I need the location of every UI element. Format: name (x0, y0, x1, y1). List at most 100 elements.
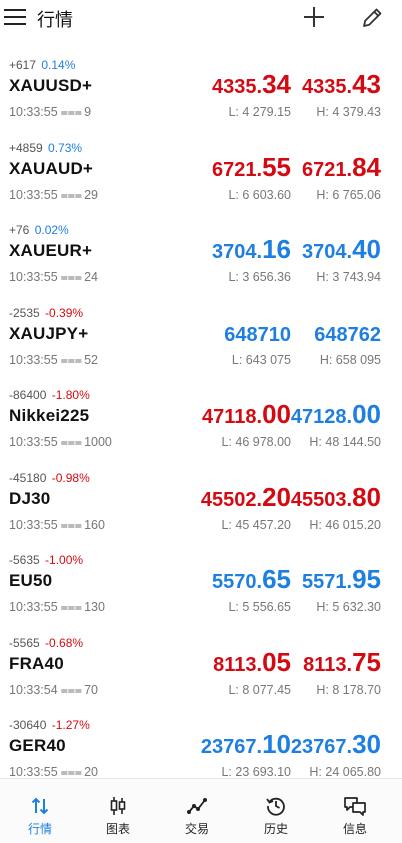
ask-price: 4335.43 (302, 69, 381, 100)
change-percent: 0.73% (48, 140, 83, 155)
app-header: 行情 (0, 0, 402, 36)
ask-main: 23767. (290, 736, 353, 758)
symbol-name: GER40 (9, 736, 66, 755)
spread-value: 52 (84, 352, 98, 367)
high-price: H: 46 015.20 (309, 517, 381, 532)
ask-price: 3704.40 (302, 234, 381, 265)
bid-price: 8113.05 (213, 647, 291, 678)
quote-time: 10:33:54 (9, 682, 58, 697)
bid-main: 4335. (212, 76, 263, 98)
change-info: +76 0.02% (9, 223, 69, 237)
ask-big-digits: 80 (352, 481, 381, 512)
trade-line-icon (187, 798, 207, 814)
low-price: L: 5 556.65 (228, 600, 291, 614)
low-price: L: 45 457.20 (221, 517, 291, 532)
change-percent: -1.27% (51, 718, 90, 732)
pencil-icon[interactable] (360, 6, 384, 30)
quote-meta: 10:33:55 ⩶ 1000 (9, 435, 112, 450)
quote-meta: 10:33:55 ⩶ 9 (9, 105, 91, 120)
quote-time: 10:33:55 (9, 187, 58, 202)
change-points: -5635 (9, 553, 40, 567)
bid-big-digits: 34 (262, 69, 291, 99)
bid-main: 6721. (212, 158, 263, 181)
high-price: H: 3 743.94 (316, 270, 381, 284)
high-price: H: 8 178.70 (316, 682, 381, 697)
low-price: L: 643 075 (231, 352, 291, 367)
quote-row[interactable]: -2535 -0.39% XAUJPY+ 10:33:55 ⩶ 52 648710 … (0, 301, 402, 384)
high-price: H: 6 765.06 (316, 187, 381, 202)
change-points: +4859 (9, 140, 43, 155)
high-price: H: 48 144.50 (309, 435, 381, 449)
tab-chart[interactable]: 图表 (78, 779, 158, 843)
quote-time: 10:33:55 (9, 517, 58, 532)
change-percent: 0.14% (41, 58, 76, 72)
quote-meta: 10:33:55 ⩶ 29 (9, 188, 98, 203)
change-percent: -1.80% (51, 388, 90, 402)
spread-value: 20 (84, 765, 98, 779)
tab-label: 信息 (342, 822, 367, 836)
ask-main: 6721. (302, 158, 353, 181)
tab-history[interactable]: 历史 (236, 779, 316, 843)
high-price: H: 24 065.80 (309, 765, 381, 779)
ask-big-digits: 00 (352, 399, 381, 429)
quote-time: 10:33:55 (9, 270, 58, 284)
symbol-name: DJ30 (9, 488, 51, 508)
quote-row[interactable]: -45180 -0.98% DJ30 10:33:55 ⩶ 160 45502.20… (0, 466, 402, 549)
change-percent: 0.02% (34, 223, 69, 237)
bid-main: 47118. (202, 406, 263, 428)
change-points: +76 (9, 223, 30, 237)
quote-row[interactable]: +4859 0.73% XAUAUD+ 10:33:55 ⩶ 29 6721.55 … (0, 136, 402, 219)
change-points: +617 (9, 58, 37, 72)
symbol-name: XAUEUR+ (9, 241, 93, 260)
quote-row[interactable]: +617 0.14% XAUUSD+ 10:33:55 ⩶ 9 4335.34 43… (0, 53, 402, 136)
bid-price: 4335.34 (212, 69, 291, 100)
quote-row[interactable]: -86400 -1.80% Nikkei225 10:33:55 ⩶ 1000 47… (0, 383, 402, 466)
ask-main: 4335. (302, 76, 353, 98)
change-percent: -0.39% (45, 305, 84, 320)
bid-price: 3704.16 (212, 234, 291, 265)
quote-row[interactable]: +76 0.02% XAUEUR+ 10:33:55 ⩶ 24 3704.16 37… (0, 218, 402, 301)
bid-main: 3704. (212, 241, 263, 263)
low-price: L: 3 656.36 (228, 270, 291, 284)
low-price: L: 6 603.60 (228, 187, 291, 202)
quote-time: 10:33:55 (9, 435, 58, 449)
tab-messages[interactable]: 信息 (315, 779, 395, 843)
hamburger-menu-icon[interactable] (4, 9, 26, 27)
bid-big-digits: 20 (262, 481, 291, 512)
plus-icon[interactable] (302, 5, 326, 29)
bid-price: 45502.20 (201, 482, 291, 513)
ask-big-digits: 75 (352, 646, 381, 677)
bid-big-digits: 10 (262, 729, 291, 759)
spread-value: 9 (84, 105, 92, 119)
ask-price: 6721.84 (302, 152, 381, 183)
bid-main: 648710 (224, 323, 291, 346)
ask-main: 45503. (290, 488, 353, 511)
symbol-name: FRA40 (9, 653, 64, 673)
quotes-arrows-icon (31, 797, 49, 815)
bid-big-digits: 16 (262, 234, 291, 264)
bid-price: 6721.55 (212, 152, 291, 183)
ask-main: 3704. (302, 241, 353, 263)
low-price: L: 46 978.00 (221, 435, 291, 449)
quote-row[interactable]: -5565 -0.68% FRA40 10:33:54 ⩶ 70 8113.05 8… (0, 631, 402, 714)
bid-big-digits: 00 (262, 399, 291, 429)
bid-big-digits: 65 (262, 564, 291, 594)
quote-row[interactable]: -5635 -1.00% EU50 10:33:55 ⩶ 130 5570.65 5… (0, 548, 402, 631)
spread-icon: ⩶ (60, 765, 83, 779)
page-title: 行情 (37, 10, 73, 30)
spread-icon: ⩶ (60, 105, 83, 119)
bid-big-digits: 55 (262, 151, 291, 182)
quotes-list: +617 0.14% XAUUSD+ 10:33:55 ⩶ 9 4335.34 43… (0, 53, 402, 796)
tab-quotes[interactable]: 行情 (0, 779, 80, 843)
change-points: -5565 (9, 635, 40, 650)
change-info: -30640 -1.27% (9, 718, 90, 732)
quote-meta: 10:33:55 ⩶ 130 (9, 600, 105, 615)
ask-big-digits: 40 (352, 234, 381, 264)
change-info: -5565 -0.68% (9, 636, 83, 650)
change-info: -2535 -0.39% (9, 306, 83, 320)
bid-price: 648710 (224, 317, 291, 348)
tab-trade[interactable]: 交易 (157, 779, 237, 843)
spread-value: 1000 (84, 435, 112, 449)
high-price: H: 4 379.43 (316, 105, 381, 119)
ask-main: 47128. (290, 406, 353, 428)
